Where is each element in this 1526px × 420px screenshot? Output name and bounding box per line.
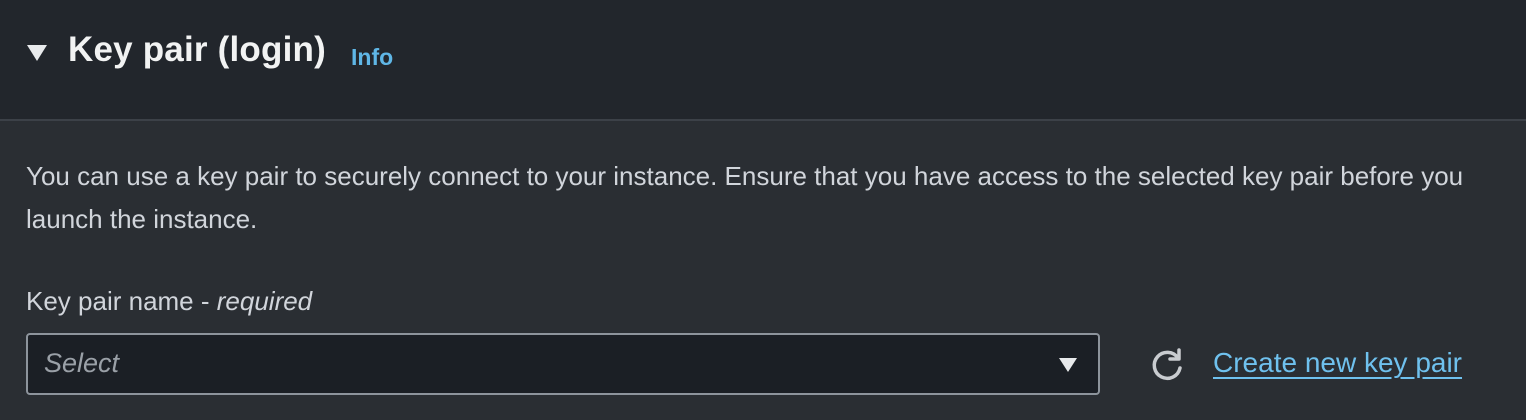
key-pair-description: You can use a key pair to securely conne… — [26, 161, 1464, 234]
dropdown-arrow-icon — [1058, 356, 1078, 374]
panel-title: Key pair (login) — [68, 30, 326, 69]
panel-header: Key pair (login) Info — [0, 0, 1526, 121]
collapse-caret-icon[interactable] — [26, 43, 48, 63]
required-indicator: required — [216, 286, 313, 316]
key-pair-select[interactable]: Select — [26, 333, 1100, 395]
info-link[interactable]: Info — [351, 44, 393, 71]
field-label-text: Key pair name - — [26, 286, 217, 316]
key-pair-panel: Key pair (login) Info You can use a key … — [0, 0, 1526, 420]
refresh-icon[interactable] — [1148, 346, 1186, 384]
create-new-key-pair-link[interactable]: Create new key pair — [1213, 347, 1462, 379]
select-placeholder: Select — [44, 348, 120, 378]
key-pair-name-label: Key pair name - required — [26, 286, 312, 317]
